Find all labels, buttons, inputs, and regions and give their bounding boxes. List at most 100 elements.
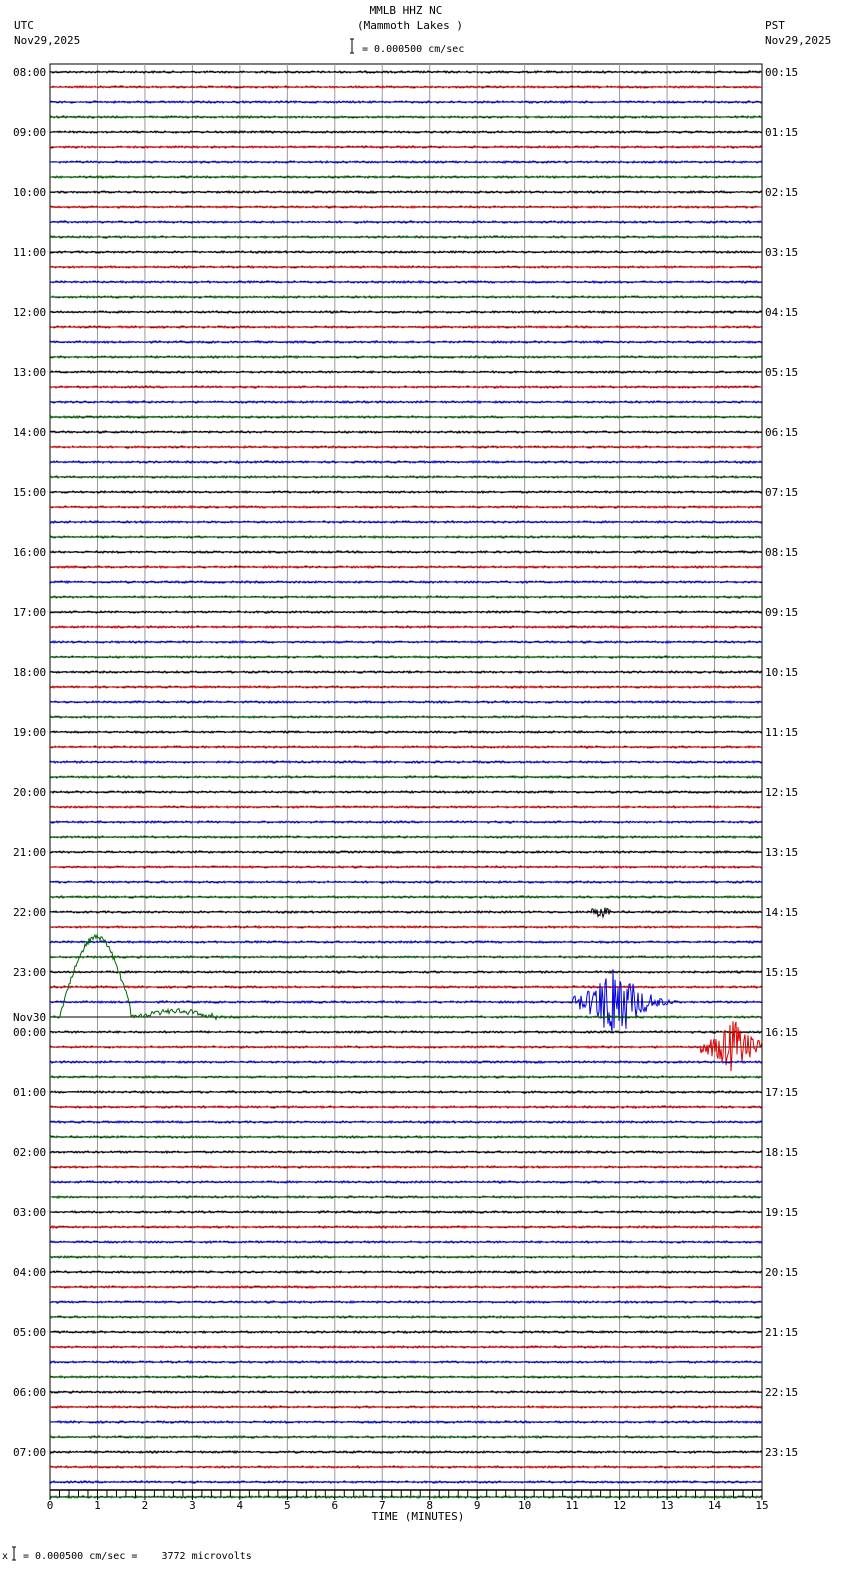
- seismic-trace: [49, 684, 763, 690]
- seismic-trace: [49, 129, 763, 135]
- footer-scale-label: = 0.000500 cm/sec = 3772 microvolts: [23, 1551, 252, 1562]
- pst-hour-label: 12:15: [765, 786, 798, 799]
- pst-hour-label: 00:15: [765, 66, 798, 79]
- pst-hour-label: 02:15: [765, 186, 798, 199]
- axis-tick-label: 10: [518, 1499, 531, 1512]
- utc-hour-label: 15:00: [13, 486, 46, 499]
- seismic-trace: [49, 594, 763, 600]
- utc-hour-label: 23:00: [13, 966, 46, 979]
- utc-hour-label: 21:00: [13, 846, 46, 859]
- seismic-trace: [49, 744, 763, 750]
- seismic-trace: [49, 729, 763, 735]
- utc-hour-label: 19:00: [13, 726, 46, 739]
- seismic-trace: [49, 939, 763, 945]
- seismic-trace: [49, 609, 763, 615]
- seismic-trace: [49, 1299, 763, 1305]
- seismic-trace: [49, 1434, 763, 1440]
- seismic-trace: [49, 114, 763, 120]
- axis-tick-label: 9: [474, 1499, 481, 1512]
- utc-hour-label: 14:00: [13, 426, 46, 439]
- pst-hour-label: 15:15: [765, 966, 798, 979]
- seismic-trace: [49, 69, 763, 75]
- station-title: MMLB HHZ NC: [370, 4, 443, 17]
- pst-hour-label: 04:15: [765, 306, 798, 319]
- seismic-trace: [49, 399, 763, 405]
- pst-hour-label: 09:15: [765, 606, 798, 619]
- pst-hour-label: 21:15: [765, 1326, 798, 1339]
- axis-tick-label: 14: [708, 1499, 722, 1512]
- seismic-trace: [49, 819, 763, 825]
- utc-hour-label: 17:00: [13, 606, 46, 619]
- pst-hour-label: 19:15: [765, 1206, 798, 1219]
- seismic-trace: [49, 1254, 763, 1260]
- left-timezone: UTC: [14, 19, 34, 32]
- seismic-trace: [49, 1374, 763, 1380]
- seismic-trace: [49, 1021, 763, 1072]
- seismic-trace: [49, 864, 763, 870]
- seismic-trace: [49, 969, 763, 1034]
- axis-tick-label: 3: [189, 1499, 196, 1512]
- traces: [49, 69, 763, 1500]
- pst-hour-label: 22:15: [765, 1386, 798, 1399]
- seismic-trace: [49, 354, 763, 360]
- axis-tick-label: 11: [566, 1499, 579, 1512]
- scale-bar-icon: [350, 38, 354, 54]
- date-change-label: Nov30: [13, 1011, 46, 1024]
- axis-tick-label: 1: [94, 1499, 101, 1512]
- pst-hour-label: 08:15: [765, 546, 798, 559]
- utc-hour-label: 00:00: [13, 1026, 46, 1039]
- footer-prefix: x: [2, 1551, 8, 1562]
- seismic-trace: [49, 1209, 763, 1215]
- seismic-trace: [50, 669, 763, 675]
- pst-hour-label: 03:15: [765, 246, 798, 259]
- seismic-trace: [49, 204, 763, 210]
- pst-hour-label: 16:15: [765, 1026, 798, 1039]
- pst-hour-label: 20:15: [765, 1266, 798, 1279]
- station-location: (Mammoth Lakes ): [357, 19, 463, 32]
- seismic-trace: [49, 444, 763, 450]
- pst-hour-label: 06:15: [765, 426, 798, 439]
- axis-tick-label: 13: [660, 1499, 673, 1512]
- utc-hour-label: 10:00: [13, 186, 46, 199]
- pst-hour-label: 17:15: [765, 1086, 798, 1099]
- axis-tick-label: 0: [47, 1499, 54, 1512]
- pst-hour-label: 11:15: [765, 726, 798, 739]
- utc-hour-label: 08:00: [13, 66, 46, 79]
- pst-hour-label: 14:15: [765, 906, 798, 919]
- utc-hour-label: 06:00: [13, 1386, 46, 1399]
- pst-hour-label: 01:15: [765, 126, 798, 139]
- axis-tick-label: 5: [284, 1499, 291, 1512]
- seismic-trace: [49, 1269, 762, 1275]
- axis-tick-label: 2: [142, 1499, 149, 1512]
- seismic-trace: [50, 234, 763, 240]
- utc-hour-label: 16:00: [13, 546, 46, 559]
- seismic-trace: [49, 933, 763, 1021]
- footer-scale-icon: [12, 1546, 16, 1561]
- seismic-trace: [49, 1074, 763, 1080]
- utc-hour-label: 04:00: [13, 1266, 46, 1279]
- pst-hour-label: 13:15: [765, 846, 798, 859]
- pst-hour-label: 18:15: [765, 1146, 798, 1159]
- seismic-trace: [49, 1359, 763, 1365]
- utc-hour-label: 05:00: [13, 1326, 46, 1339]
- x-axis-label: TIME (MINUTES): [372, 1510, 465, 1523]
- utc-hour-label: 20:00: [13, 786, 46, 799]
- seismic-trace: [50, 984, 763, 990]
- seismic-trace: [50, 1194, 763, 1200]
- seismic-trace: [49, 159, 763, 165]
- seismic-trace: [49, 489, 763, 495]
- seismic-trace: [50, 714, 763, 720]
- seismic-trace: [49, 654, 763, 660]
- pst-hour-label: 05:15: [765, 366, 798, 379]
- utc-hour-label: 07:00: [13, 1446, 46, 1459]
- scale-label: = 0.000500 cm/sec: [362, 44, 464, 55]
- seismic-trace: [49, 1329, 763, 1335]
- seismic-trace: [49, 1089, 763, 1095]
- utc-hour-label: 03:00: [13, 1206, 46, 1219]
- utc-hour-label: 18:00: [13, 666, 46, 679]
- seismic-trace: [49, 1314, 762, 1320]
- axis-tick-label: 12: [613, 1499, 626, 1512]
- pst-hour-label: 10:15: [765, 666, 798, 679]
- helicorder-plot: MMLB HHZ NC (Mammoth Lakes ) UTC Nov29,2…: [2, 4, 831, 1562]
- right-timezone: PST: [765, 19, 785, 32]
